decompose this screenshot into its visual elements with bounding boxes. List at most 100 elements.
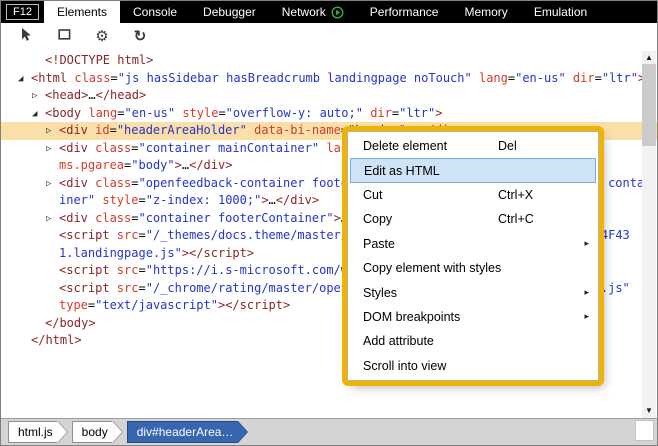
tab-emulation[interactable]: Emulation <box>521 1 600 23</box>
code-token: > <box>174 158 182 172</box>
code-token: type <box>59 298 88 312</box>
code-token: <head> <box>45 88 89 102</box>
dom-tree-node[interactable]: ◢ <body lang="en-us" style="overflow-y: a… <box>1 105 657 123</box>
tab-label: Performance <box>369 5 439 19</box>
context-menu-item-copy-element-with-styles[interactable]: Copy element with styles <box>348 256 598 280</box>
highlight-box-button[interactable] <box>53 26 75 48</box>
menu-item-label: Scroll into view <box>363 358 447 373</box>
code-token: </html> <box>31 333 82 347</box>
tree-collapsed-arrow-icon[interactable]: ▷ <box>46 123 51 140</box>
breadcrumb-item-html-js[interactable]: html.js <box>8 421 68 443</box>
code-token: dir <box>370 105 392 120</box>
tree-collapsed-arrow-icon[interactable]: ▷ <box>46 141 51 158</box>
code-token: > <box>333 210 341 225</box>
code-token: = <box>138 263 146 277</box>
code-token: 1.landingpage.js" <box>59 245 182 260</box>
code-token: <html <box>31 70 75 85</box>
context-menu-item-delete-element[interactable]: Delete element Del <box>348 134 598 158</box>
context-menu-item-add-attribute[interactable]: Add attribute <box>348 329 598 353</box>
code-token: <body <box>45 105 89 120</box>
tree-collapsed-arrow-icon[interactable]: ▷ <box>46 211 51 228</box>
menu-item-shortcut: Del <box>498 139 517 154</box>
dom-tree-node[interactable]: ◢ <html class = "js hasSidebar hasBreadcrum… <box>1 70 657 88</box>
tab-label: Network <box>281 5 326 19</box>
code-token: </div> <box>189 158 233 172</box>
code-token: class <box>95 140 132 155</box>
code-token: style <box>182 105 219 120</box>
code-token: src <box>116 228 139 242</box>
context-menu-item-cut[interactable]: Cut Ctrl+X <box>348 183 598 207</box>
highlight-box-icon <box>57 27 72 47</box>
context-menu-item-dom-breakpoints[interactable]: DOM breakpoints ▸ <box>348 305 598 329</box>
menu-item-label: Copy <box>363 212 393 227</box>
menu-item-label: Paste <box>363 236 395 251</box>
refresh-dom-button[interactable]: ↻ <box>129 26 151 48</box>
menu-item-shortcut: Ctrl+C <box>498 212 534 227</box>
code-token: <script <box>59 228 117 242</box>
menu-item-label: DOM breakpoints <box>363 309 461 324</box>
tab-elements[interactable]: Elements <box>43 1 120 23</box>
code-token: <div <box>59 140 96 155</box>
tab-debugger[interactable]: Debugger <box>190 1 269 23</box>
code-token: "js hasSidebar hasBreadcrumb landingpage… <box>117 70 472 85</box>
code-token: data-bi-name <box>254 123 341 137</box>
tab-performance[interactable]: Performance <box>357 1 452 23</box>
dom-tree-node[interactable]: ▷ <head>…</head> <box>1 87 657 105</box>
context-menu-item-edit-as-html[interactable]: Edit as HTML <box>350 158 596 183</box>
context-menu-item-copy[interactable]: Copy Ctrl+C <box>348 207 598 231</box>
code-token: > <box>261 193 269 207</box>
tab-memory[interactable]: Memory <box>451 1 520 23</box>
scrollbar-up-icon[interactable]: ▲ <box>642 53 656 63</box>
settings-gear-button[interactable]: ⚙ <box>91 26 113 48</box>
scrollbar-thumb[interactable] <box>642 64 656 146</box>
code-token: class <box>74 70 111 85</box>
elements-toolbar: ⚙ ↻ <box>1 23 657 50</box>
breadcrumb-item-body[interactable]: body <box>71 421 123 443</box>
breadcrumb-item-div-headerarea[interactable]: div#headerArea… <box>126 421 249 443</box>
context-menu-item-paste[interactable]: Paste ▸ <box>348 232 598 256</box>
breadcrumb: html.js body div#headerArea… <box>1 418 657 445</box>
context-menu: Delete element Del Edit as HTML Cut Ctrl+X Co… <box>342 126 604 386</box>
tab-label: Memory <box>464 5 508 19</box>
code-token: "ltr" <box>399 105 436 120</box>
inspect-arrow-button[interactable] <box>15 26 37 48</box>
breadcrumb-label: div#headerArea… <box>136 425 234 439</box>
submenu-arrow-icon: ▸ <box>584 238 589 249</box>
menu-item-label: Delete element <box>363 139 448 154</box>
code-token: </head> <box>95 88 147 102</box>
inspect-arrow-icon <box>19 27 34 47</box>
scrollbar-down-icon[interactable]: ▼ <box>642 406 656 416</box>
context-menu-item-scroll-into-view[interactable]: Scroll into view <box>348 354 598 378</box>
code-token: dir <box>572 70 595 85</box>
dom-tree-node[interactable]: <!DOCTYPE html> <box>1 52 657 70</box>
vertical-scrollbar[interactable]: ▲ ▼ <box>642 51 656 418</box>
code-token: <div <box>59 123 96 137</box>
code-token: = <box>109 123 117 137</box>
context-menu-item-styles[interactable]: Styles ▸ <box>348 280 598 304</box>
code-token: <script <box>59 263 117 277</box>
submenu-arrow-icon: ▸ <box>584 311 589 322</box>
code-token: ></script> <box>181 245 255 260</box>
code-token: "overflow-y: auto;" <box>225 105 363 120</box>
code-token: = <box>138 280 146 295</box>
tree-expanded-arrow-icon[interactable]: ◢ <box>32 106 37 123</box>
tab-console[interactable]: Console <box>120 1 190 23</box>
tree-expanded-arrow-icon[interactable]: ◢ <box>18 71 23 88</box>
tree-collapsed-arrow-icon[interactable]: ▷ <box>32 88 37 105</box>
f12-badge: F12 <box>6 4 39 20</box>
devtools-window: F12 Elements Console Debugger Network Perfor… <box>0 0 658 446</box>
code-token: "text/javascript" <box>95 298 218 312</box>
code-token: <script <box>59 280 117 295</box>
code-token: <div <box>59 175 96 190</box>
tree-collapsed-arrow-icon[interactable]: ▷ <box>46 176 51 193</box>
code-token: lang <box>478 70 508 85</box>
code-token: = <box>218 105 226 120</box>
code-token: "en-us" <box>515 70 566 85</box>
code-token: = <box>594 70 602 85</box>
tab-network[interactable]: Network <box>269 1 357 23</box>
code-token: "body" <box>131 158 175 172</box>
breadcrumb-label: html.js <box>18 425 53 439</box>
code-token: class <box>95 210 132 225</box>
